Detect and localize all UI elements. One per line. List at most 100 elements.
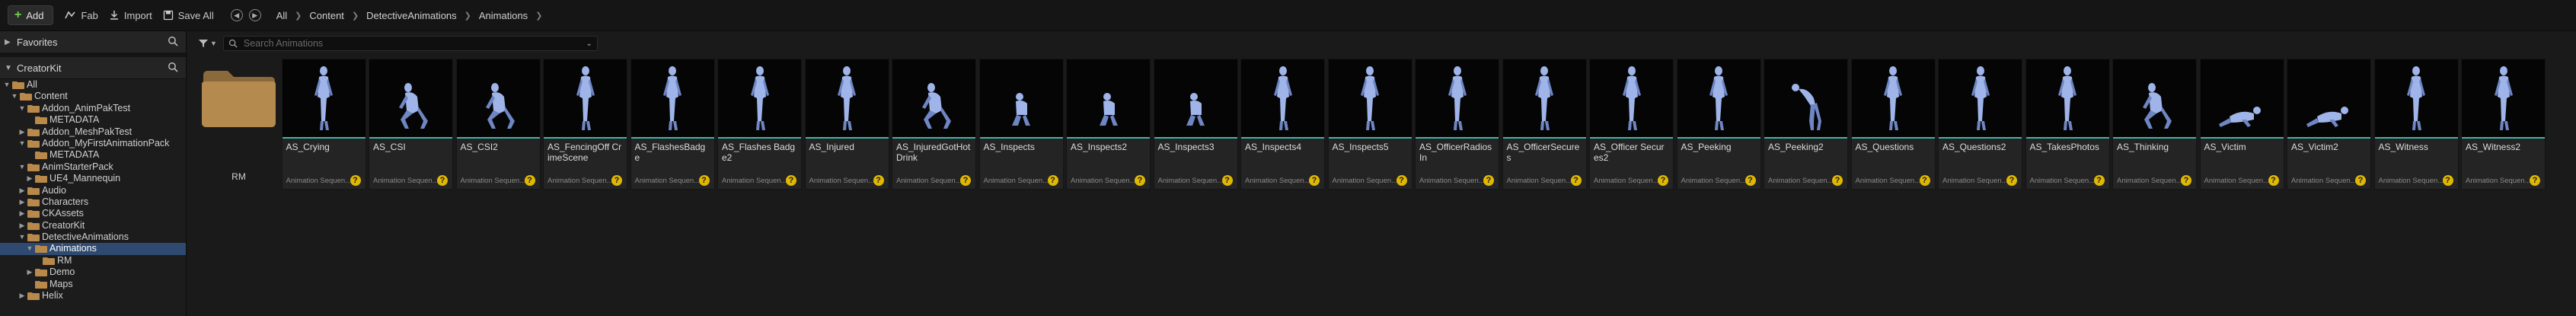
question-mark-icon[interactable]: ? [2530, 175, 2540, 186]
tree-item[interactable]: Maps [0, 279, 186, 290]
tree-item[interactable]: ▼ Addon_MyFirstAnimationPack [0, 138, 186, 149]
tree-item[interactable]: ▼ AnimStarterPack [0, 161, 186, 173]
breadcrumb-item[interactable]: Animations [479, 10, 528, 21]
question-mark-icon[interactable]: ? [698, 175, 710, 186]
question-mark-icon[interactable]: ? [1570, 175, 1582, 186]
asset-tile[interactable]: AS_Witness Animation Sequen... ? [2373, 59, 2459, 190]
add-button[interactable]: + Add [8, 5, 54, 25]
search-icon[interactable] [168, 36, 178, 49]
breadcrumb-item[interactable]: All [276, 10, 287, 21]
tree-item[interactable]: ▼ DetectiveAnimations [0, 231, 186, 243]
tree-item[interactable]: METADATA [0, 149, 186, 161]
question-mark-icon[interactable]: ? [1658, 175, 1668, 186]
question-mark-icon[interactable]: ? [611, 175, 622, 186]
chevron-down-icon[interactable]: ⌄ [586, 40, 592, 48]
asset-tile[interactable]: AS_OfficerSecures Animation Sequen... ? [1502, 59, 1587, 190]
tree-item[interactable]: ▶ Addon_MeshPakTest [0, 126, 186, 138]
question-mark-icon[interactable]: ? [2268, 175, 2279, 186]
question-mark-icon[interactable]: ? [2093, 175, 2105, 186]
creatorkit-header[interactable]: ▼ CreatorKit [0, 57, 186, 79]
question-mark-icon[interactable]: ? [1309, 175, 1320, 186]
tree-item[interactable]: RM [0, 255, 186, 267]
question-mark-icon[interactable]: ? [1396, 175, 1407, 186]
asset-tile[interactable]: AS_CSI Animation Sequen... ? [369, 59, 453, 190]
import-button[interactable]: Import [109, 10, 152, 21]
tree-item[interactable]: ▶ Audio [0, 185, 186, 196]
back-arrow-icon[interactable]: ◀ [230, 9, 243, 21]
question-mark-icon[interactable]: ? [2442, 175, 2453, 186]
collapse-arrow-icon[interactable]: ▼ [11, 91, 18, 102]
question-mark-icon[interactable]: ? [2181, 175, 2191, 186]
collapse-arrow-icon[interactable]: ▼ [18, 231, 26, 243]
question-mark-icon[interactable]: ? [960, 175, 971, 186]
asset-tile[interactable]: AS_Peeking2 Animation Sequen... ? [1764, 59, 1848, 190]
favorites-header[interactable]: ▶ Favorites [0, 31, 186, 57]
question-mark-icon[interactable]: ? [1744, 175, 1756, 186]
expand-arrow-icon[interactable]: ▶ [18, 208, 26, 219]
expand-arrow-icon[interactable]: ▶ [18, 196, 26, 208]
asset-tile[interactable]: AS_Questions2 Animation Sequen... ? [1938, 59, 2022, 190]
question-mark-icon[interactable]: ? [1135, 175, 1145, 186]
breadcrumb-item[interactable]: DetectiveAnimations [366, 10, 457, 21]
question-mark-icon[interactable]: ? [1047, 175, 1058, 186]
breadcrumb-item[interactable]: Content [309, 10, 344, 21]
question-mark-icon[interactable]: ? [873, 175, 884, 186]
expand-arrow-icon[interactable]: ▶ [18, 126, 26, 138]
asset-tile[interactable]: AS_Inspects3 Animation Sequen... ? [1153, 59, 1238, 190]
question-mark-icon[interactable]: ? [437, 175, 448, 186]
tree-item[interactable]: ▶ CKAssets [0, 208, 186, 219]
asset-tile[interactable]: AS_Inspects5 Animation Sequen... ? [1327, 59, 1412, 190]
tree-item[interactable]: ▶ Helix [0, 290, 186, 302]
question-mark-icon[interactable]: ? [786, 175, 796, 186]
tree-item[interactable]: ▼ All [0, 79, 186, 91]
asset-tile[interactable]: AS_TakesPhotos Animation Sequen... ? [2025, 59, 2110, 190]
tree-item[interactable]: METADATA [0, 114, 186, 126]
asset-tile[interactable]: AS_Victim Animation Sequen... ? [2199, 59, 2284, 190]
tree-item[interactable]: ▶ UE4_Mannequin [0, 173, 186, 184]
expand-arrow-icon[interactable]: ▶ [18, 185, 26, 196]
chevron-right-icon[interactable]: ❯ [535, 11, 542, 21]
asset-tile[interactable]: AS_Questions Animation Sequen... ? [1850, 59, 1936, 190]
folder-tile[interactable]: RM [199, 59, 279, 190]
question-mark-icon[interactable]: ? [1221, 175, 1233, 186]
save-all-button[interactable]: Save All [163, 10, 214, 21]
filter-button[interactable]: ▼ [198, 39, 217, 48]
expand-arrow-icon[interactable]: ▶ [18, 220, 26, 231]
expand-arrow-icon[interactable]: ▶ [26, 173, 34, 184]
asset-tile[interactable]: AS_Thinking Animation Sequen... ? [2112, 59, 2197, 190]
expand-arrow-icon[interactable]: ▶ [18, 290, 26, 302]
collapse-arrow-icon[interactable]: ▼ [18, 161, 26, 173]
asset-tile[interactable]: AS_Witness2 Animation Sequen... ? [2461, 59, 2546, 190]
question-mark-icon[interactable]: ? [2006, 175, 2017, 186]
tree-item[interactable]: ▼ Content [0, 91, 186, 102]
question-mark-icon[interactable]: ? [1483, 175, 1494, 186]
asset-tile[interactable]: AS_FencingOff CrimeScene Animation Seque… [543, 59, 627, 190]
question-mark-icon[interactable]: ? [524, 175, 535, 186]
fab-button[interactable]: Fab [64, 10, 98, 21]
asset-tile[interactable]: AS_Inspects2 Animation Sequen... ? [1066, 59, 1151, 190]
collapse-arrow-icon[interactable]: ▼ [26, 243, 34, 254]
tree-item[interactable]: ▶ Demo [0, 267, 186, 278]
collapse-arrow-icon[interactable]: ▼ [3, 79, 11, 91]
asset-tile[interactable]: AS_Inspects4 Animation Sequen... ? [1240, 59, 1325, 190]
asset-tile[interactable]: AS_Peeking Animation Sequen... ? [1676, 59, 1761, 190]
tree-item[interactable]: ▶ CreatorKit [0, 220, 186, 231]
asset-tile[interactable]: AS_Injured Animation Sequen... ? [804, 59, 889, 190]
asset-tile[interactable]: AS_CSI2 Animation Sequen... ? [455, 59, 541, 190]
asset-tile[interactable]: AS_InjuredGotHot Drink Animation Sequen.… [892, 59, 976, 190]
tree-item[interactable]: ▼ Animations [0, 243, 186, 255]
tree-item[interactable]: ▼ Addon_AnimPakTest [0, 103, 186, 114]
asset-tile[interactable]: AS_OfficerRadios In Animation Sequen... … [1415, 59, 1499, 190]
question-mark-icon[interactable]: ? [1832, 175, 1843, 186]
question-mark-icon[interactable]: ? [1919, 175, 1930, 186]
asset-tile[interactable]: AS_Officer Secures2 Animation Sequen... … [1589, 59, 1674, 190]
search-input[interactable] [241, 37, 586, 49]
asset-tile[interactable]: AS_Inspects Animation Sequen... ? [978, 59, 1064, 190]
asset-tile[interactable]: AS_Crying Animation Sequen... ? [281, 59, 366, 190]
asset-tile[interactable]: AS_Flashes Badge2 Animation Sequen... ? [717, 59, 802, 190]
question-mark-icon[interactable]: ? [2355, 175, 2366, 186]
collapse-arrow-icon[interactable]: ▼ [18, 138, 26, 149]
search-icon[interactable] [168, 62, 178, 75]
tree-item[interactable]: ▶ Characters [0, 196, 186, 208]
asset-tile[interactable]: AS_FlashesBadge Animation Sequen... ? [630, 59, 715, 190]
